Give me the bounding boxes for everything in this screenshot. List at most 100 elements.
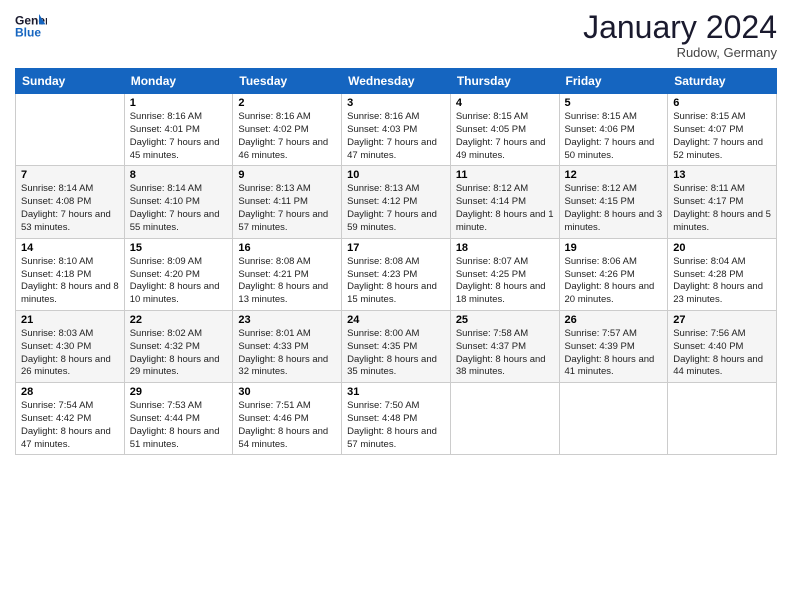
cell-4-0: 28 Sunrise: 7:54 AMSunset: 4:42 PMDayligh… <box>16 383 125 455</box>
cell-4-1: 29 Sunrise: 7:53 AMSunset: 4:44 PMDayligh… <box>124 383 233 455</box>
day-info: Sunrise: 7:58 AMSunset: 4:37 PMDaylight:… <box>456 328 554 379</box>
day-number: 8 <box>130 169 228 181</box>
cell-4-2: 30 Sunrise: 7:51 AMSunset: 4:46 PMDayligh… <box>233 383 342 455</box>
day-number: 9 <box>238 169 336 181</box>
day-number: 26 <box>565 314 663 326</box>
day-number: 15 <box>130 242 228 254</box>
title-block: January 2024 Rudow, Germany <box>583 10 777 60</box>
day-number: 4 <box>456 97 554 109</box>
day-number: 16 <box>238 242 336 254</box>
day-info: Sunrise: 8:12 AMSunset: 4:15 PMDaylight:… <box>565 183 663 234</box>
col-wednesday: Wednesday <box>342 69 451 94</box>
day-info: Sunrise: 8:12 AMSunset: 4:14 PMDaylight:… <box>456 183 554 234</box>
calendar-table: Sunday Monday Tuesday Wednesday Thursday… <box>15 68 777 455</box>
day-info: Sunrise: 8:02 AMSunset: 4:32 PMDaylight:… <box>130 328 228 379</box>
day-number: 20 <box>673 242 771 254</box>
cell-2-6: 20 Sunrise: 8:04 AMSunset: 4:28 PMDayligh… <box>668 238 777 310</box>
day-info: Sunrise: 8:08 AMSunset: 4:21 PMDaylight:… <box>238 256 336 307</box>
day-info: Sunrise: 8:11 AMSunset: 4:17 PMDaylight:… <box>673 183 771 234</box>
cell-3-0: 21Sunrise: 8:03 AMSunset: 4:30 PMDayligh… <box>16 310 125 382</box>
day-info: Sunrise: 8:06 AMSunset: 4:26 PMDaylight:… <box>565 256 663 307</box>
col-saturday: Saturday <box>668 69 777 94</box>
cell-3-2: 23 Sunrise: 8:01 AMSunset: 4:33 PMDayligh… <box>233 310 342 382</box>
day-number: 23 <box>238 314 336 326</box>
day-number: 10 <box>347 169 445 181</box>
day-info: Sunrise: 8:08 AMSunset: 4:23 PMDaylight:… <box>347 256 445 307</box>
cell-2-0: 14Sunrise: 8:10 AMSunset: 4:18 PMDayligh… <box>16 238 125 310</box>
cell-0-3: 3Sunrise: 8:16 AMSunset: 4:03 PMDaylight… <box>342 94 451 166</box>
week-row-2: 14Sunrise: 8:10 AMSunset: 4:18 PMDayligh… <box>16 238 777 310</box>
logo-icon: General Blue <box>15 10 47 42</box>
header: General Blue January 2024 Rudow, Germany <box>15 10 777 60</box>
cell-0-0 <box>16 94 125 166</box>
day-number: 24 <box>347 314 445 326</box>
day-info: Sunrise: 8:14 AMSunset: 4:08 PMDaylight:… <box>21 183 119 234</box>
day-info: Sunrise: 7:56 AMSunset: 4:40 PMDaylight:… <box>673 328 771 379</box>
day-info: Sunrise: 8:16 AMSunset: 4:03 PMDaylight:… <box>347 111 445 162</box>
day-number: 28 <box>21 386 119 398</box>
cell-4-3: 31 Sunrise: 7:50 AMSunset: 4:48 PMDayligh… <box>342 383 451 455</box>
day-info: Sunrise: 7:54 AMSunset: 4:42 PMDaylight:… <box>21 400 119 451</box>
cell-0-1: 1Sunrise: 8:16 AMSunset: 4:01 PMDaylight… <box>124 94 233 166</box>
cell-1-0: 7 Sunrise: 8:14 AMSunset: 4:08 PMDaylight… <box>16 166 125 238</box>
day-number: 31 <box>347 386 445 398</box>
cell-2-5: 19 Sunrise: 8:06 AMSunset: 4:26 PMDayligh… <box>559 238 668 310</box>
cell-3-4: 25 Sunrise: 7:58 AMSunset: 4:37 PMDayligh… <box>450 310 559 382</box>
col-friday: Friday <box>559 69 668 94</box>
day-number: 2 <box>238 97 336 109</box>
cell-0-2: 2 Sunrise: 8:16 AMSunset: 4:02 PMDaylight… <box>233 94 342 166</box>
day-number: 6 <box>673 97 771 109</box>
day-number: 12 <box>565 169 663 181</box>
day-number: 29 <box>130 386 228 398</box>
day-info: Sunrise: 8:14 AMSunset: 4:10 PMDaylight:… <box>130 183 228 234</box>
day-number: 18 <box>456 242 554 254</box>
day-info: Sunrise: 7:53 AMSunset: 4:44 PMDaylight:… <box>130 400 228 451</box>
cell-3-5: 26 Sunrise: 7:57 AMSunset: 4:39 PMDayligh… <box>559 310 668 382</box>
cell-1-4: 11Sunrise: 8:12 AMSunset: 4:14 PMDayligh… <box>450 166 559 238</box>
day-info: Sunrise: 8:04 AMSunset: 4:28 PMDaylight:… <box>673 256 771 307</box>
cell-0-6: 6 Sunrise: 8:15 AMSunset: 4:07 PMDaylight… <box>668 94 777 166</box>
cell-0-5: 5Sunrise: 8:15 AMSunset: 4:06 PMDaylight… <box>559 94 668 166</box>
cell-1-5: 12 Sunrise: 8:12 AMSunset: 4:15 PMDayligh… <box>559 166 668 238</box>
cell-2-2: 16 Sunrise: 8:08 AMSunset: 4:21 PMDayligh… <box>233 238 342 310</box>
day-number: 14 <box>21 242 119 254</box>
day-number: 21 <box>21 314 119 326</box>
cell-1-3: 10 Sunrise: 8:13 AMSunset: 4:12 PMDayligh… <box>342 166 451 238</box>
header-row: Sunday Monday Tuesday Wednesday Thursday… <box>16 69 777 94</box>
day-info: Sunrise: 7:51 AMSunset: 4:46 PMDaylight:… <box>238 400 336 451</box>
col-tuesday: Tuesday <box>233 69 342 94</box>
cell-4-5 <box>559 383 668 455</box>
day-info: Sunrise: 8:15 AMSunset: 4:06 PMDaylight:… <box>565 111 663 162</box>
day-info: Sunrise: 8:09 AMSunset: 4:20 PMDaylight:… <box>130 256 228 307</box>
day-number: 7 <box>21 169 119 181</box>
day-info: Sunrise: 8:16 AMSunset: 4:01 PMDaylight:… <box>130 111 228 162</box>
day-info: Sunrise: 7:50 AMSunset: 4:48 PMDaylight:… <box>347 400 445 451</box>
cell-0-4: 4Sunrise: 8:15 AMSunset: 4:05 PMDaylight… <box>450 94 559 166</box>
col-monday: Monday <box>124 69 233 94</box>
day-number: 30 <box>238 386 336 398</box>
cell-3-6: 27Sunrise: 7:56 AMSunset: 4:40 PMDayligh… <box>668 310 777 382</box>
page: General Blue January 2024 Rudow, Germany… <box>0 0 792 612</box>
week-row-3: 21Sunrise: 8:03 AMSunset: 4:30 PMDayligh… <box>16 310 777 382</box>
day-info: Sunrise: 8:16 AMSunset: 4:02 PMDaylight:… <box>238 111 336 162</box>
cell-1-6: 13Sunrise: 8:11 AMSunset: 4:17 PMDayligh… <box>668 166 777 238</box>
day-info: Sunrise: 8:01 AMSunset: 4:33 PMDaylight:… <box>238 328 336 379</box>
day-info: Sunrise: 8:13 AMSunset: 4:12 PMDaylight:… <box>347 183 445 234</box>
cell-3-3: 24Sunrise: 8:00 AMSunset: 4:35 PMDayligh… <box>342 310 451 382</box>
cell-2-4: 18Sunrise: 8:07 AMSunset: 4:25 PMDayligh… <box>450 238 559 310</box>
week-row-4: 28 Sunrise: 7:54 AMSunset: 4:42 PMDayligh… <box>16 383 777 455</box>
cell-1-1: 8 Sunrise: 8:14 AMSunset: 4:10 PMDaylight… <box>124 166 233 238</box>
cell-4-4 <box>450 383 559 455</box>
cell-2-3: 17 Sunrise: 8:08 AMSunset: 4:23 PMDayligh… <box>342 238 451 310</box>
week-row-0: 1Sunrise: 8:16 AMSunset: 4:01 PMDaylight… <box>16 94 777 166</box>
day-number: 25 <box>456 314 554 326</box>
day-number: 17 <box>347 242 445 254</box>
day-number: 22 <box>130 314 228 326</box>
col-thursday: Thursday <box>450 69 559 94</box>
cell-4-6 <box>668 383 777 455</box>
day-number: 19 <box>565 242 663 254</box>
svg-text:Blue: Blue <box>15 25 41 39</box>
day-info: Sunrise: 8:15 AMSunset: 4:07 PMDaylight:… <box>673 111 771 162</box>
week-row-1: 7 Sunrise: 8:14 AMSunset: 4:08 PMDaylight… <box>16 166 777 238</box>
day-info: Sunrise: 7:57 AMSunset: 4:39 PMDaylight:… <box>565 328 663 379</box>
